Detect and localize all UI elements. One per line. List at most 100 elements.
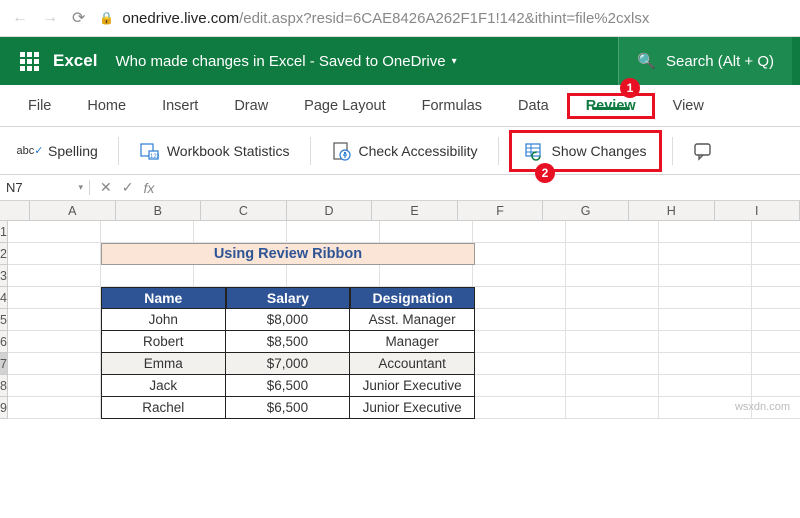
tab-review[interactable]: Review [574, 98, 648, 114]
app-launcher-icon[interactable] [20, 52, 39, 71]
tab-view[interactable]: View [655, 85, 722, 126]
cell[interactable] [566, 375, 659, 397]
cell[interactable] [194, 221, 287, 243]
cmd-spelling[interactable]: abc✓ Spelling [10, 135, 108, 167]
table-header[interactable]: Designation [350, 287, 475, 309]
back-icon[interactable]: ← [12, 9, 28, 27]
cell[interactable] [473, 309, 566, 331]
cell[interactable] [287, 265, 380, 287]
table-header[interactable]: Salary [226, 287, 351, 309]
column-header[interactable]: D [287, 201, 373, 221]
table-cell[interactable]: Asst. Manager [350, 309, 475, 331]
name-box[interactable]: N7 ▾ [0, 180, 90, 195]
tab-formulas[interactable]: Formulas [404, 85, 500, 126]
column-header[interactable]: I [715, 201, 800, 221]
table-header[interactable]: Name [101, 287, 226, 309]
row-header[interactable]: 7 [0, 353, 8, 375]
table-cell[interactable]: Accountant [350, 353, 475, 375]
reload-icon[interactable]: ⟳ [72, 8, 85, 28]
row-header[interactable]: 9 [0, 397, 8, 419]
cancel-icon[interactable]: ✕ [100, 179, 112, 196]
column-header[interactable]: B [116, 201, 202, 221]
table-cell[interactable]: $8,500 [226, 331, 351, 353]
cell[interactable] [8, 397, 101, 419]
search-box[interactable]: 🔍 Search (Alt + Q) [618, 37, 792, 85]
cell[interactable] [380, 265, 473, 287]
cell[interactable] [659, 221, 752, 243]
cell[interactable] [566, 287, 659, 309]
tab-insert[interactable]: Insert [144, 85, 216, 126]
table-cell[interactable]: John [101, 309, 226, 331]
cell[interactable] [473, 243, 566, 265]
confirm-icon[interactable]: ✓ [122, 179, 134, 196]
cell[interactable] [659, 265, 752, 287]
cell[interactable] [8, 265, 101, 287]
table-cell[interactable]: Junior Executive [350, 375, 475, 397]
cell[interactable] [8, 331, 101, 353]
cell[interactable] [473, 265, 566, 287]
cell[interactable] [473, 221, 566, 243]
cell[interactable] [752, 221, 800, 243]
cell[interactable] [194, 265, 287, 287]
table-cell[interactable]: Rachel [101, 397, 226, 419]
cell[interactable] [752, 309, 800, 331]
table-cell[interactable]: Emma [101, 353, 226, 375]
column-header[interactable]: C [201, 201, 287, 221]
table-cell[interactable]: $6,500 [226, 375, 351, 397]
select-all-corner[interactable] [0, 201, 30, 221]
cell[interactable] [566, 265, 659, 287]
cell[interactable] [752, 331, 800, 353]
cell[interactable] [473, 331, 566, 353]
cell[interactable] [8, 353, 101, 375]
cell[interactable] [473, 375, 566, 397]
cell[interactable] [473, 397, 566, 419]
column-header[interactable]: H [629, 201, 715, 221]
cell[interactable] [287, 221, 380, 243]
cell[interactable] [8, 243, 101, 265]
tab-page-layout[interactable]: Page Layout [286, 85, 403, 126]
column-header[interactable]: E [372, 201, 458, 221]
cell[interactable] [752, 353, 800, 375]
cell[interactable] [473, 287, 566, 309]
row-header[interactable]: 8 [0, 375, 8, 397]
cell[interactable] [566, 353, 659, 375]
cell[interactable] [473, 353, 566, 375]
cell[interactable] [566, 397, 659, 419]
tab-draw[interactable]: Draw [216, 85, 286, 126]
table-cell[interactable]: $6,500 [226, 397, 351, 419]
cell[interactable] [8, 287, 101, 309]
table-cell[interactable]: $8,000 [226, 309, 351, 331]
cell[interactable] [566, 243, 659, 265]
cell[interactable] [659, 375, 752, 397]
cell[interactable] [380, 221, 473, 243]
tab-file[interactable]: File [10, 85, 69, 126]
row-header[interactable]: 3 [0, 265, 8, 287]
cell[interactable] [659, 331, 752, 353]
cmd-show-changes[interactable]: Show Changes [514, 135, 657, 167]
tab-home[interactable]: Home [69, 85, 144, 126]
cell[interactable] [8, 309, 101, 331]
tab-data[interactable]: Data [500, 85, 567, 126]
row-header[interactable]: 6 [0, 331, 8, 353]
cell[interactable] [752, 243, 800, 265]
cell[interactable] [101, 221, 194, 243]
cell[interactable] [659, 309, 752, 331]
cmd-check-accessibility[interactable]: Check Accessibility [321, 135, 488, 167]
column-header[interactable]: G [543, 201, 629, 221]
document-title[interactable]: Who made changes in Excel - Saved to One… [115, 53, 456, 70]
cell[interactable] [566, 331, 659, 353]
app-name[interactable]: Excel [53, 51, 97, 71]
cmd-workbook-statistics[interactable]: 123 Workbook Statistics [129, 135, 300, 167]
cell[interactable] [659, 287, 752, 309]
cell[interactable] [566, 309, 659, 331]
fx-icon[interactable]: fx [143, 180, 154, 196]
table-cell[interactable]: $7,000 [226, 353, 351, 375]
cell[interactable] [101, 265, 194, 287]
forward-icon[interactable]: → [42, 9, 58, 27]
cell[interactable] [659, 243, 752, 265]
cell[interactable] [752, 375, 800, 397]
column-header[interactable]: F [458, 201, 544, 221]
cell[interactable] [752, 265, 800, 287]
cmd-comments[interactable] [683, 135, 723, 167]
table-cell[interactable]: Jack [101, 375, 226, 397]
